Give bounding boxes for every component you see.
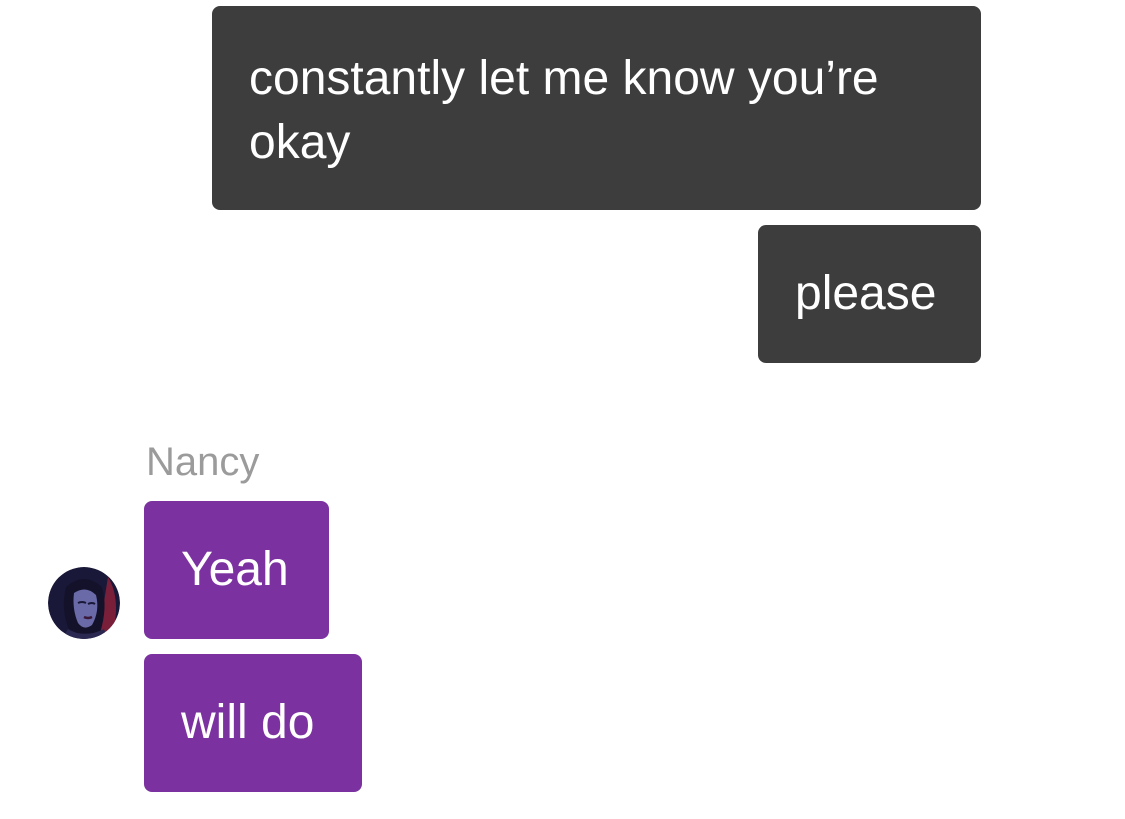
sender-name: Nancy	[146, 440, 260, 484]
outgoing-message-bubble[interactable]: please	[758, 225, 981, 363]
incoming-message-bubble[interactable]: will do	[144, 654, 362, 792]
outgoing-message-bubble[interactable]: constantly let me know you’re okay	[212, 6, 981, 210]
incoming-message-bubble[interactable]: Yeah	[144, 501, 329, 639]
message-text: constantly let me know you’re okay	[249, 52, 879, 169]
message-text: Yeah	[181, 543, 289, 596]
message-text: will do	[181, 696, 315, 749]
user-avatar-icon	[48, 567, 120, 639]
avatar[interactable]	[48, 567, 120, 639]
message-text: please	[795, 267, 937, 320]
